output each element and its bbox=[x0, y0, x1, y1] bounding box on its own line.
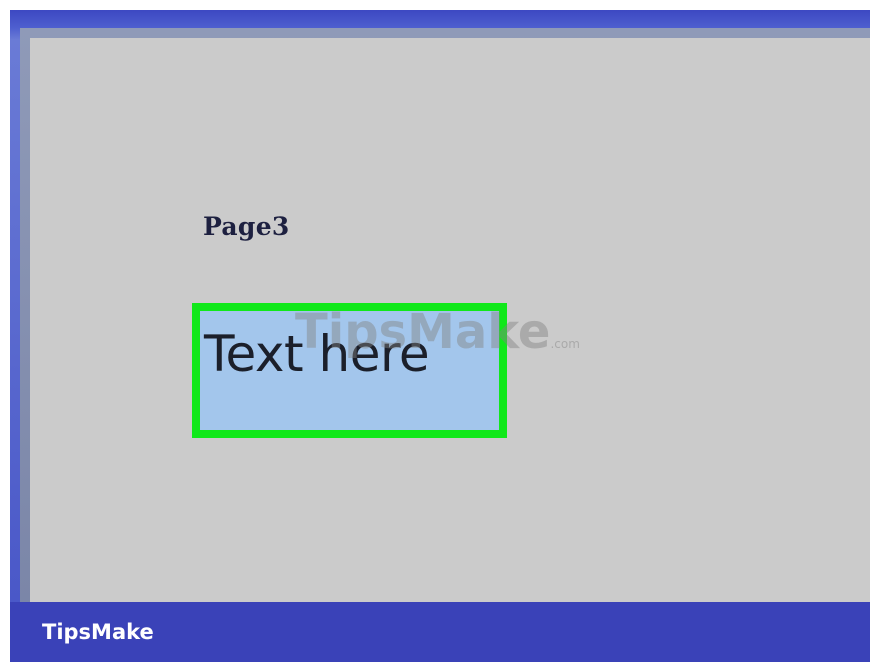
brand-logo-text: TipsMake bbox=[42, 620, 154, 644]
footer-bar: TipsMake bbox=[10, 602, 870, 662]
watermark-suffix: .com bbox=[550, 337, 580, 351]
document-page[interactable]: Page3 Text here TipsMake.com bbox=[30, 38, 870, 602]
text-box[interactable]: Text here bbox=[192, 303, 507, 438]
page-label: Page3 bbox=[203, 212, 290, 241]
text-box-content[interactable]: Text here bbox=[204, 325, 430, 383]
screenshot-frame: Page3 Text here TipsMake.com TipsMake bbox=[0, 0, 870, 662]
